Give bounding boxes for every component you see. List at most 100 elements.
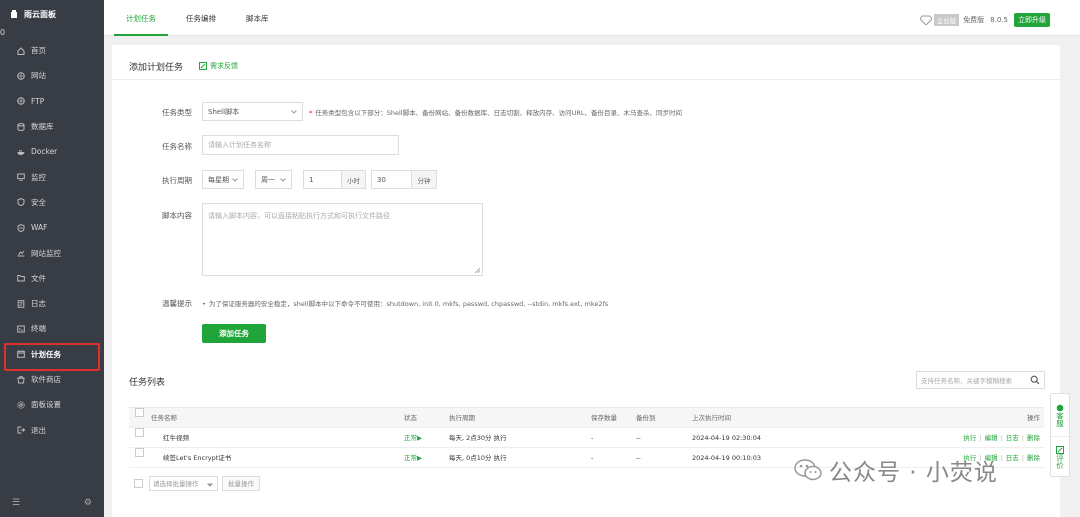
watermark-text: 公众号 · 小荧说: [829, 460, 998, 486]
globe-icon: [16, 96, 26, 106]
chevron-down-icon: [232, 177, 238, 182]
select-all-checkbox[interactable]: [135, 408, 144, 417]
sidebar-item-0[interactable]: 首页: [0, 38, 104, 63]
sidebar-item-label: FTP: [31, 96, 45, 106]
minute-input[interactable]: 30: [371, 170, 412, 189]
col-status: 状态: [404, 414, 417, 422]
brand[interactable]: 雨云面板: [0, 0, 104, 28]
enterprise-badge[interactable]: 企业版: [933, 14, 960, 26]
tip-text: 为了保证服务器的安全稳定，shell脚本中以下命令不可使用：shutdown, …: [208, 300, 609, 308]
sidebar-item-11[interactable]: 终端: [0, 316, 104, 341]
task-type-label: 任务类型: [162, 108, 192, 117]
col-backup-to: 备份到: [636, 414, 656, 422]
search-icon[interactable]: [1030, 375, 1040, 385]
delete-button[interactable]: 删除: [1027, 454, 1040, 462]
log-icon: [16, 299, 26, 309]
resize-handle-icon[interactable]: [474, 267, 480, 273]
floating-service-bar: 客服 评价: [1050, 393, 1070, 477]
log-button[interactable]: 日志: [1006, 454, 1019, 462]
run-button[interactable]: 执行: [963, 434, 976, 442]
task-type-select[interactable]: Shell脚本: [202, 102, 303, 121]
tab-cron-tasks[interactable]: 计划任务: [114, 0, 168, 36]
wechat-icon: [794, 459, 822, 481]
customer-service-label: 客服: [1055, 411, 1065, 427]
feedback-link[interactable]: 需求反馈: [199, 61, 238, 71]
row-checkbox[interactable]: [135, 448, 144, 457]
sidebar-item-13[interactable]: 软件商店: [0, 367, 104, 392]
sidebar-item-label: 终端: [31, 324, 46, 334]
sidebar-item-3[interactable]: 数据库: [0, 114, 104, 139]
col-period: 执行周期: [449, 414, 475, 422]
diamond-icon: [919, 15, 932, 25]
log-button[interactable]: 日志: [1006, 434, 1019, 442]
feedback-label: 需求反馈: [210, 62, 238, 70]
notification-badge[interactable]: 0: [0, 28, 5, 37]
search-placeholder: 支持任务名称、关键字模糊搜索: [921, 377, 1012, 385]
sidebar-item-10[interactable]: 日志: [0, 291, 104, 316]
sidebar-item-5[interactable]: 监控: [0, 164, 104, 189]
sidebar-item-label: 安全: [31, 197, 46, 207]
tab-task-orchestration[interactable]: 任务编排: [174, 0, 228, 36]
collapse-menu-icon[interactable]: ☰: [12, 498, 20, 508]
sidebar-item-15[interactable]: 退出: [0, 417, 104, 442]
sidebar-item-label: 首页: [31, 46, 46, 56]
add-task-button[interactable]: 添加任务: [202, 324, 266, 343]
home-icon: [16, 46, 26, 56]
settings-gear-icon[interactable]: ⚙: [84, 498, 92, 508]
weekday-select[interactable]: 周一: [255, 170, 292, 189]
main-panel: 添加计划任务 需求反馈 任务类型 Shell脚本 * 任务类型包含以下部分：She…: [112, 45, 1060, 517]
period-type-select[interactable]: 每星期: [202, 170, 244, 189]
task-type-hint-text: 任务类型包含以下部分：Shell脚本、备份网站、备份数据库、日志切割、释放内存、…: [315, 109, 683, 117]
sidebar-item-8[interactable]: 网站监控: [0, 240, 104, 265]
customer-service-button[interactable]: 客服: [1051, 394, 1069, 436]
terminal-icon: [16, 324, 26, 334]
monitor-icon: [16, 172, 26, 182]
col-task-name: 任务名称: [151, 414, 177, 422]
delete-button[interactable]: 删除: [1027, 434, 1040, 442]
col-last-run: 上次执行时间: [692, 414, 731, 422]
edit-icon: [1056, 446, 1064, 454]
store-icon: [16, 375, 26, 385]
task-search-input[interactable]: 支持任务名称、关键字模糊搜索: [916, 371, 1045, 389]
free-edition-label: 免费版: [963, 16, 985, 24]
sidebar-item-7[interactable]: WAF: [0, 215, 104, 240]
sidebar-item-14[interactable]: 面板设置: [0, 392, 104, 417]
minute-unit: 分钟: [411, 170, 437, 189]
waf-icon: [16, 223, 26, 233]
divider: [112, 79, 1060, 80]
calendar-icon: [16, 349, 26, 359]
edit-button[interactable]: 编辑: [985, 434, 998, 442]
batch-action-button[interactable]: 批量操作: [222, 475, 260, 491]
chart-icon: [16, 248, 26, 258]
rate-button[interactable]: 评价: [1051, 436, 1069, 478]
logo-icon: [9, 9, 19, 19]
sidebar-item-6[interactable]: 安全: [0, 190, 104, 215]
sidebar-item-12[interactable]: 计划任务: [0, 342, 104, 371]
tab-script-library[interactable]: 脚本库: [234, 0, 281, 36]
upgrade-button[interactable]: 立即升级: [1014, 13, 1050, 27]
batch-bar: 请选择批量操作 批量操作: [129, 475, 260, 491]
batch-checkbox[interactable]: [134, 478, 143, 488]
status-cell[interactable]: 正常▶: [404, 428, 422, 448]
status-cell[interactable]: 正常▶: [404, 448, 422, 468]
tip-label: 温馨提示: [162, 299, 192, 308]
script-textarea[interactable]: 请输入脚本内容，可以直接粘贴执行方式和可执行文件路径: [202, 203, 483, 276]
sidebar-item-4[interactable]: Docker: [0, 139, 104, 164]
sidebar-item-label: 计划任务: [31, 349, 61, 359]
sidebar-item-1[interactable]: 网站: [0, 63, 104, 88]
version-area: 企业版 免费版 8.0.5 立即升级: [919, 13, 1050, 27]
hour-unit: 小时: [341, 170, 366, 189]
sidebar-item-9[interactable]: 文件: [0, 266, 104, 291]
batch-select[interactable]: 请选择批量操作: [149, 475, 218, 491]
sidebar-item-2[interactable]: FTP: [0, 89, 104, 114]
sidebar-item-label: 网站监控: [31, 248, 61, 258]
topbar: 计划任务 任务编排 脚本库 企业版 免费版 8.0.5 立即升级: [104, 0, 1080, 36]
edit-icon: [199, 62, 207, 70]
hour-input[interactable]: 1: [303, 170, 342, 189]
rate-label: 评价: [1055, 454, 1065, 469]
backup-to-cell: --: [636, 434, 641, 442]
app-window: 雨云面板 0 首页 网站 FTP 数据库 Docker 监控 安全 WAF 网站监控 文件 日志 终端…: [0, 0, 1080, 517]
row-checkbox[interactable]: [135, 428, 144, 437]
task-name-input[interactable]: 请输入计划任务名称: [202, 135, 399, 155]
page-title: 添加计划任务: [129, 63, 184, 73]
